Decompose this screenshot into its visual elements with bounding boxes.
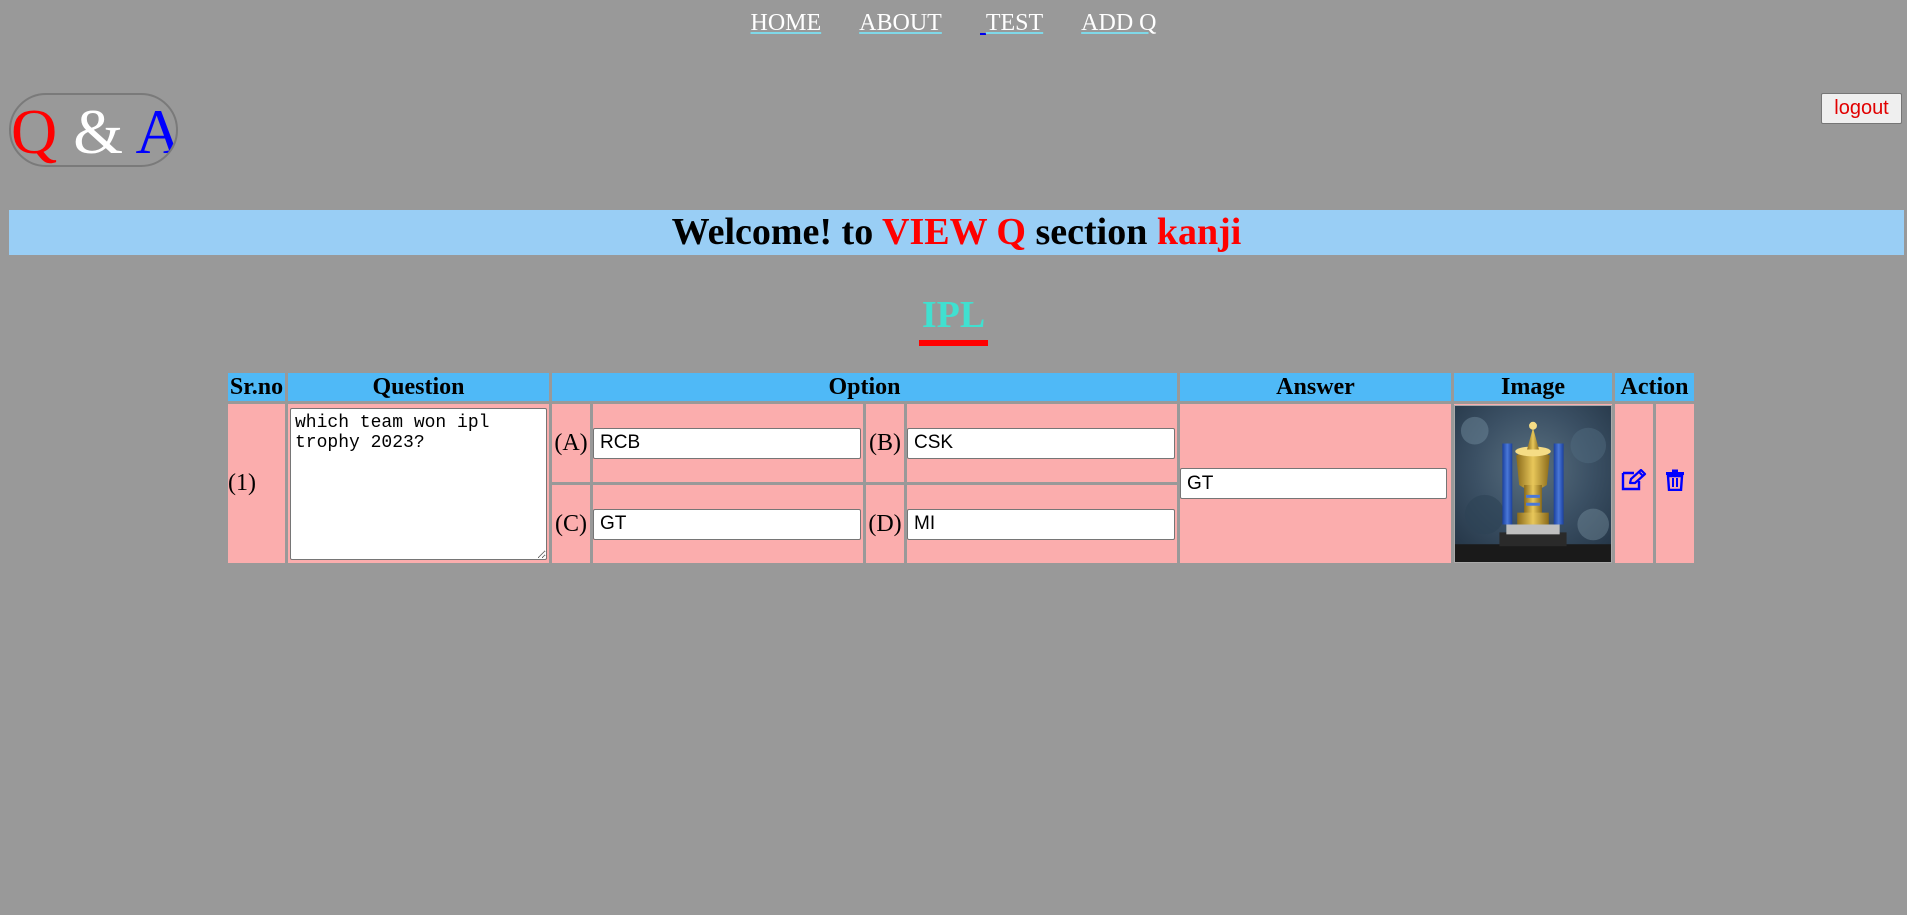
banner-welcome-text: Welcome! to: [671, 211, 883, 253]
header-srno: Sr.no: [228, 373, 285, 401]
option-d-letter: (D): [866, 485, 904, 563]
logo-q: Q: [11, 96, 58, 167]
nav-about-link[interactable]: ABOUT: [859, 10, 942, 36]
row-srno: (1): [228, 404, 285, 563]
category-title-wrap: IPL: [0, 290, 1907, 346]
option-c-cell: [593, 485, 863, 563]
option-b-letter: (B): [866, 404, 904, 482]
header-question: Question: [288, 373, 549, 401]
answer-cell: [1180, 404, 1451, 563]
header-image: Image: [1454, 373, 1612, 401]
questions-table: Sr.no Question Option Answer Image Actio…: [225, 370, 1697, 566]
nav-add-q-link[interactable]: ADD Q: [1081, 10, 1156, 36]
option-a-letter: (A): [552, 404, 590, 482]
logo-ampersand: &: [73, 96, 123, 167]
category-title: IPL: [918, 290, 989, 346]
banner-section-text: section: [1025, 211, 1157, 253]
question-cell: which team won ipl trophy 2023?: [288, 404, 549, 563]
banner-username: kanji: [1156, 211, 1242, 253]
header-answer: Answer: [1180, 373, 1451, 401]
question-textarea[interactable]: which team won ipl trophy 2023?: [290, 407, 547, 560]
option-d-input[interactable]: [907, 508, 1175, 540]
nav-test-link[interactable]: TEST: [980, 10, 1043, 36]
option-b-input[interactable]: [907, 427, 1175, 459]
option-d-cell: [907, 485, 1177, 563]
nav-home-link[interactable]: HOME: [751, 10, 822, 36]
image-cell: [1454, 404, 1612, 563]
trash-icon[interactable]: [1665, 469, 1685, 498]
table-header-row: Sr.no Question Option Answer Image Actio…: [228, 373, 1694, 401]
answer-input[interactable]: [1180, 468, 1447, 499]
ipl-trophy-image: [1454, 404, 1612, 563]
logout-button[interactable]: logout: [1821, 93, 1902, 124]
edit-icon[interactable]: [1621, 468, 1647, 498]
nav-test-label: TEST: [985, 10, 1044, 36]
delete-cell: [1656, 404, 1694, 563]
banner-section-name: VIEW Q: [882, 211, 1026, 253]
logo-a: A: [135, 96, 178, 167]
option-a-input[interactable]: [593, 427, 861, 459]
top-nav: HOME ABOUT TEST ADD Q: [0, 10, 1907, 37]
welcome-banner: Welcome! to VIEW Q section kanji: [9, 210, 1904, 255]
option-c-letter: (C): [552, 485, 590, 563]
table-row: (1) which team won ipl trophy 2023? (A) …: [228, 404, 1694, 563]
option-b-cell: [907, 404, 1177, 482]
header-option: Option: [552, 373, 1177, 401]
option-c-input[interactable]: [593, 508, 861, 540]
qa-logo: Q & A: [9, 93, 178, 167]
option-a-cell: [593, 404, 863, 482]
edit-cell: [1615, 404, 1653, 563]
header-action: Action: [1615, 373, 1694, 401]
